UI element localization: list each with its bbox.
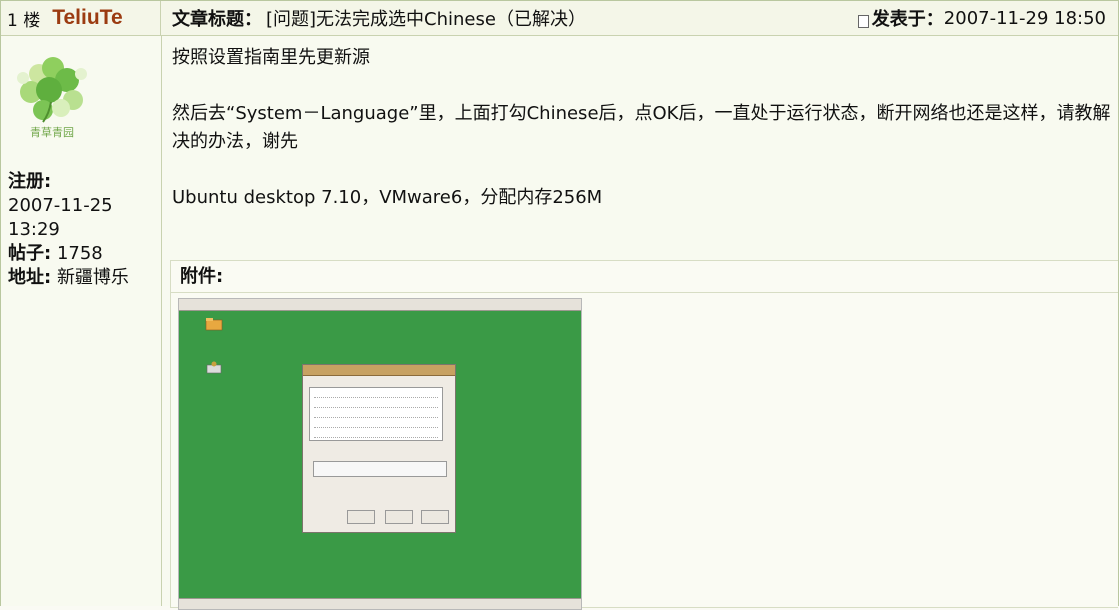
clover-avatar-icon: 青草青园	[17, 57, 87, 139]
desktop-drive-icon	[206, 361, 222, 374]
dialog-titlebar	[303, 365, 455, 376]
attachment-label: 附件:	[171, 261, 1118, 293]
post-title: [问题]无法完成选中Chinese（已解决）	[266, 9, 586, 30]
avatar[interactable]: 青草青园	[9, 52, 95, 142]
forum-post: 1 楼 TeliuTe 文章标题： [问题]无法完成选中Chinese（已解决）…	[0, 0, 1119, 610]
post-header: 1 楼 TeliuTe 文章标题： [问题]无法完成选中Chinese（已解决）…	[1, 1, 1118, 36]
user-sidebar: 青草青园 注册: 2007-11-25 13:29 帖子: 1758 地址: 新…	[1, 36, 162, 606]
paragraph-2: 然后去“System－Language”里，上面打勾Chinese后，点OK后，…	[172, 103, 1111, 152]
post-content: 按照设置指南里先更新源 然后去“System－Language”里，上面打勾Ch…	[162, 36, 1118, 610]
desktop-folder-icon	[205, 318, 223, 331]
paragraph-1: 按照设置指南里先更新源	[172, 47, 370, 68]
dialog-help-button	[347, 510, 375, 524]
posted-label: 发表于：	[871, 9, 944, 30]
posted-time: 2007-11-29 18:50	[943, 7, 1106, 29]
title-cell: 文章标题： [问题]无法完成选中Chinese（已解决） 发表于： 2007-1…	[162, 1, 1118, 35]
author-cell: 1 楼 TeliuTe	[1, 1, 161, 35]
language-dialog-image	[302, 364, 456, 533]
posts-count: 1758	[56, 243, 103, 264]
avatar-caption: 青草青园	[30, 126, 74, 139]
user-meta: 注册: 2007-11-25 13:29 帖子: 1758 地址: 新疆博乐	[8, 170, 129, 290]
document-icon[interactable]	[857, 14, 869, 28]
reg-date: 2007-11-25	[8, 195, 113, 216]
screenshot-top-panel	[179, 299, 581, 311]
dialog-cancel-button	[385, 510, 413, 524]
reg-time: 13:29	[8, 219, 60, 240]
dialog-ok-button	[421, 510, 449, 524]
attachment-box: 附件:	[170, 260, 1118, 610]
dialog-language-list	[309, 387, 443, 441]
attachment-screenshot[interactable]	[178, 298, 582, 610]
floor-number: 1 楼	[7, 10, 41, 31]
screenshot-bottom-panel	[179, 598, 581, 609]
author-name[interactable]: TeliuTe	[52, 6, 122, 30]
location-label: 地址:	[8, 267, 52, 288]
posts-label: 帖子:	[8, 243, 52, 264]
paragraph-3: Ubuntu desktop 7.10，VMware6，分配内存256M	[172, 187, 603, 208]
reg-label: 注册:	[8, 171, 52, 192]
dialog-default-combo	[313, 461, 447, 477]
posted-info: 发表于： 2007-11-29 18:50	[857, 5, 1106, 31]
title-label: 文章标题：	[172, 9, 262, 30]
location: 新疆博乐	[56, 267, 129, 288]
